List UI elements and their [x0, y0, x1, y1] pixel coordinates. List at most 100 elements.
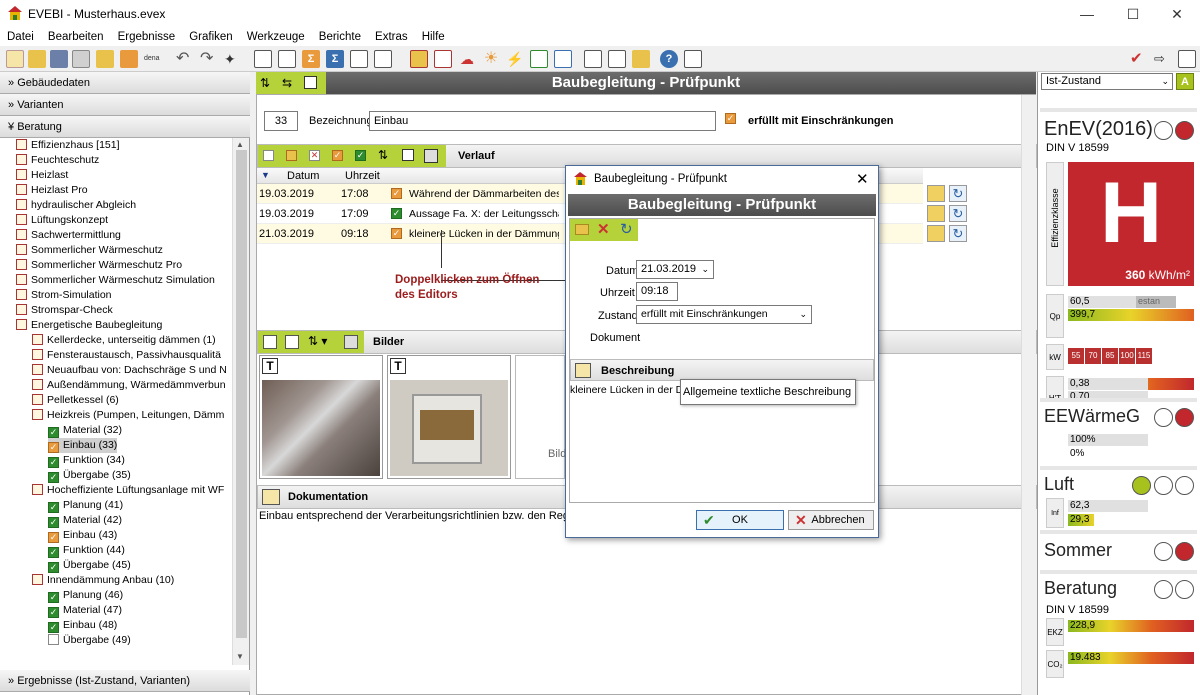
tree-item[interactable]: ✓ Funktion (34)	[48, 453, 125, 468]
chevron-down-icon[interactable]: ⌄	[1161, 74, 1169, 89]
minimize-icon[interactable]: —	[1064, 0, 1110, 28]
menu-grafiken[interactable]: Grafiken	[189, 31, 232, 43]
sort-icon[interactable]: ⇅ ▾	[308, 334, 327, 348]
sum-icon[interactable]: Σ	[302, 50, 320, 68]
tree-item[interactable]: Hocheffiziente Lüftungsanlage mit WF	[32, 483, 224, 498]
energy-icon[interactable]: ☁	[458, 50, 476, 68]
tree-item[interactable]: Sommerlicher Wärmeschutz Pro	[16, 258, 182, 273]
tree-item[interactable]: ✓ Planung (41)	[48, 498, 123, 513]
refresh-icon[interactable]: ↻	[949, 225, 967, 242]
filter-none-icon[interactable]	[263, 150, 274, 161]
chevron-down-icon[interactable]: ⌄	[799, 306, 807, 323]
tree-item[interactable]: Stromspar-Check	[16, 303, 113, 318]
tree-scrollbar[interactable]: ▲ ▼	[232, 138, 249, 665]
import-icon[interactable]	[120, 50, 138, 68]
tree-item[interactable]: ✓ Einbau (43)	[48, 528, 117, 543]
tree-item[interactable]: Pelletkessel (6)	[32, 393, 119, 408]
open-folder-icon[interactable]	[28, 50, 46, 68]
print-icon[interactable]	[584, 50, 602, 68]
filter-ok-icon[interactable]: ✓	[355, 150, 366, 161]
tree-item[interactable]: Heizlast Pro	[16, 183, 88, 198]
status-checkbox[interactable]: ✓	[725, 113, 736, 124]
report-icon[interactable]	[374, 50, 392, 68]
tree-item[interactable]: Außendämmung, Wärmedämmverbun	[32, 378, 226, 393]
paste-icon[interactable]	[285, 335, 299, 349]
menu-werkzeuge[interactable]: Werkzeuge	[247, 31, 305, 43]
tree-item[interactable]: Sachwertermittlung	[16, 228, 121, 243]
checklist-icon[interactable]	[608, 50, 626, 68]
tree-item[interactable]: ✓ Funktion (44)	[48, 543, 125, 558]
section-varianten[interactable]: » Varianten	[0, 94, 250, 116]
filter-restricted-icon[interactable]: ✓	[332, 150, 343, 161]
add-image-icon[interactable]	[263, 335, 277, 349]
tree-item[interactable]: Kellerdecke, unterseitig dämmen (1)	[32, 333, 216, 348]
section-gebaeudedaten[interactable]: » Gebäudedaten	[0, 72, 250, 94]
camera-icon[interactable]	[424, 149, 438, 163]
certificate-icon[interactable]	[554, 50, 572, 68]
menu-ergebnisse[interactable]: Ergebnisse	[118, 31, 176, 43]
open-folder-icon[interactable]	[927, 225, 945, 242]
tree-item[interactable]: Sommerlicher Wärmeschutz Simulation	[16, 273, 215, 288]
tree-item[interactable]: ✓ Einbau (33)	[48, 438, 118, 453]
filter-open-icon[interactable]	[286, 150, 297, 161]
help-icon[interactable]: ?	[660, 50, 678, 68]
image-thumb-1[interactable]: T	[259, 355, 383, 479]
sum-blue-icon[interactable]: Σ	[326, 50, 344, 68]
menu-berichte[interactable]: Berichte	[319, 31, 361, 43]
bezeichnung-input[interactable]: Einbau	[369, 111, 716, 131]
camera-icon[interactable]	[344, 335, 358, 349]
tree-item[interactable]: Innendämmung Anbau (10)	[32, 573, 174, 588]
tree-item[interactable]: Neuaufbau von: Dachschräge S und N	[32, 363, 227, 378]
export-icon[interactable]	[96, 50, 114, 68]
text-icon[interactable]: T	[262, 358, 278, 374]
document-icon[interactable]	[575, 363, 591, 378]
tree-item[interactable]: Lüftungskonzept	[16, 213, 108, 228]
ok-button[interactable]: ✔ OK	[696, 510, 784, 530]
tree-item[interactable]: Heizlast	[16, 168, 68, 183]
tree-item[interactable]: Sommerlicher Wärmeschutz	[16, 243, 163, 258]
redo-icon[interactable]: ↷	[200, 50, 218, 68]
image-placeholder[interactable]: Bild	[515, 355, 566, 479]
new-file-icon[interactable]	[6, 50, 24, 68]
house-icon[interactable]	[530, 50, 548, 68]
chevron-down-icon[interactable]: ⌄	[701, 261, 709, 278]
windows-icon[interactable]	[402, 149, 414, 161]
undo-icon[interactable]: ↶	[176, 50, 194, 68]
save-icon[interactable]	[50, 50, 68, 68]
sort-desc-icon[interactable]: ▼	[261, 170, 270, 180]
cancel-button[interactable]: ✕ Abbrechen	[788, 510, 874, 530]
tree-item[interactable]: ✓ Material (42)	[48, 513, 122, 528]
tree-item[interactable]: Effizienzhaus [151]	[16, 138, 120, 153]
menu-datei[interactable]: Datei	[7, 31, 34, 43]
tree-item[interactable]: ✓ Übergabe (45)	[48, 558, 131, 573]
dialog-close-icon[interactable]: ✕	[856, 170, 869, 188]
open-folder-icon[interactable]	[927, 205, 945, 222]
graph-icon[interactable]	[1178, 50, 1196, 68]
tree-item[interactable]: ✓ Material (32)	[48, 423, 122, 438]
tree-item[interactable]: hydraulischer Abgleich	[16, 198, 136, 213]
info-icon[interactable]	[684, 50, 702, 68]
tree-item[interactable]: Übergabe (49)	[48, 633, 131, 648]
variant-a-icon[interactable]: A	[1176, 73, 1194, 90]
filter-failed-icon[interactable]: ✕	[309, 150, 320, 161]
tree-item[interactable]: ✓ Übergabe (35)	[48, 468, 131, 483]
uhrzeit-input[interactable]: 09:18	[636, 282, 678, 301]
check-red-icon[interactable]: ✔	[1130, 50, 1148, 68]
datum-input[interactable]: 21.03.2019 ⌄	[636, 260, 714, 279]
col-uhrzeit[interactable]: Uhrzeit	[345, 170, 380, 182]
menu-extras[interactable]: Extras	[375, 31, 408, 43]
copy-icon[interactable]	[72, 50, 90, 68]
image-thumb-2[interactable]: T	[387, 355, 511, 479]
document-icon[interactable]	[262, 489, 280, 505]
chart-icon[interactable]	[434, 50, 452, 68]
exit-icon[interactable]: ⇨	[1154, 50, 1172, 68]
refresh-icon[interactable]: ↻	[949, 205, 967, 222]
tree-item[interactable]: ✓ Planung (46)	[48, 588, 123, 603]
delete-icon[interactable]: ✕	[597, 220, 610, 238]
dena-icon[interactable]: dena	[144, 50, 162, 68]
sort-icon[interactable]: ⇅	[378, 148, 388, 162]
main-scrollbar[interactable]	[1021, 95, 1036, 695]
sun-icon[interactable]: ☀	[482, 50, 500, 68]
beschreibung-text[interactable]: kleinere Lücken in der Dä	[570, 384, 689, 396]
maximize-icon[interactable]: ☐	[1110, 0, 1156, 28]
